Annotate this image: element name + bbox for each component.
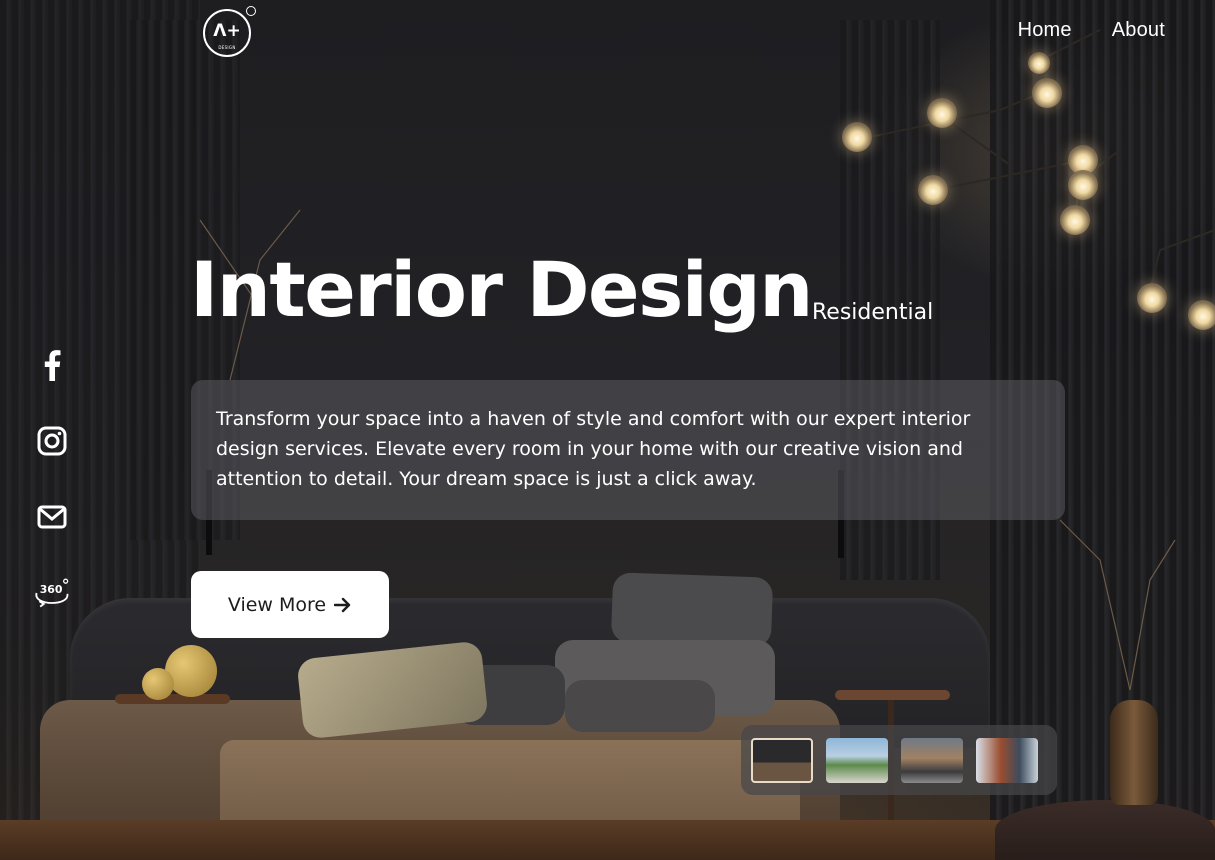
hero-section: Λ+ DESIGN Home About 360 Interior Design…: [0, 0, 1215, 860]
description-card: Transform your space into a haven of sty…: [191, 380, 1065, 520]
mail-icon: [37, 505, 67, 529]
view-more-button[interactable]: View More: [191, 571, 389, 638]
email-link[interactable]: [32, 497, 72, 537]
hero-description: Transform your space into a haven of sty…: [216, 408, 971, 490]
logo-wordmark: DESIGN: [218, 45, 236, 50]
hero-subtitle: Residential: [812, 300, 934, 325]
facebook-icon: [44, 350, 61, 381]
brand-logo[interactable]: Λ+ DESIGN: [203, 9, 251, 57]
arrow-right-icon: [334, 597, 351, 612]
main-nav: Home About: [1018, 19, 1165, 42]
thumbnail-dark-bedroom[interactable]: [751, 737, 813, 783]
thumbnail-restaurant-terrace[interactable]: [901, 737, 963, 783]
tour-360-link[interactable]: 360: [32, 573, 72, 613]
nav-link-home[interactable]: Home: [1018, 19, 1072, 42]
thumbnail-office-interior[interactable]: [976, 737, 1038, 783]
logo-mark: Λ+: [213, 21, 241, 41]
view-more-label: View More: [227, 593, 327, 616]
hero-title: Interior Design: [190, 245, 813, 334]
tour-360-icon: 360: [35, 578, 69, 608]
tour-360-label: 360: [40, 583, 63, 596]
facebook-link[interactable]: [32, 345, 72, 385]
social-links: 360: [32, 345, 74, 649]
instagram-icon: [37, 426, 67, 456]
gallery-thumbnails: [741, 725, 1057, 795]
instagram-link[interactable]: [32, 421, 72, 461]
logo-dot-icon: [246, 6, 256, 16]
nav-link-about[interactable]: About: [1112, 19, 1165, 42]
thumbnail-modern-house[interactable]: [826, 737, 888, 783]
